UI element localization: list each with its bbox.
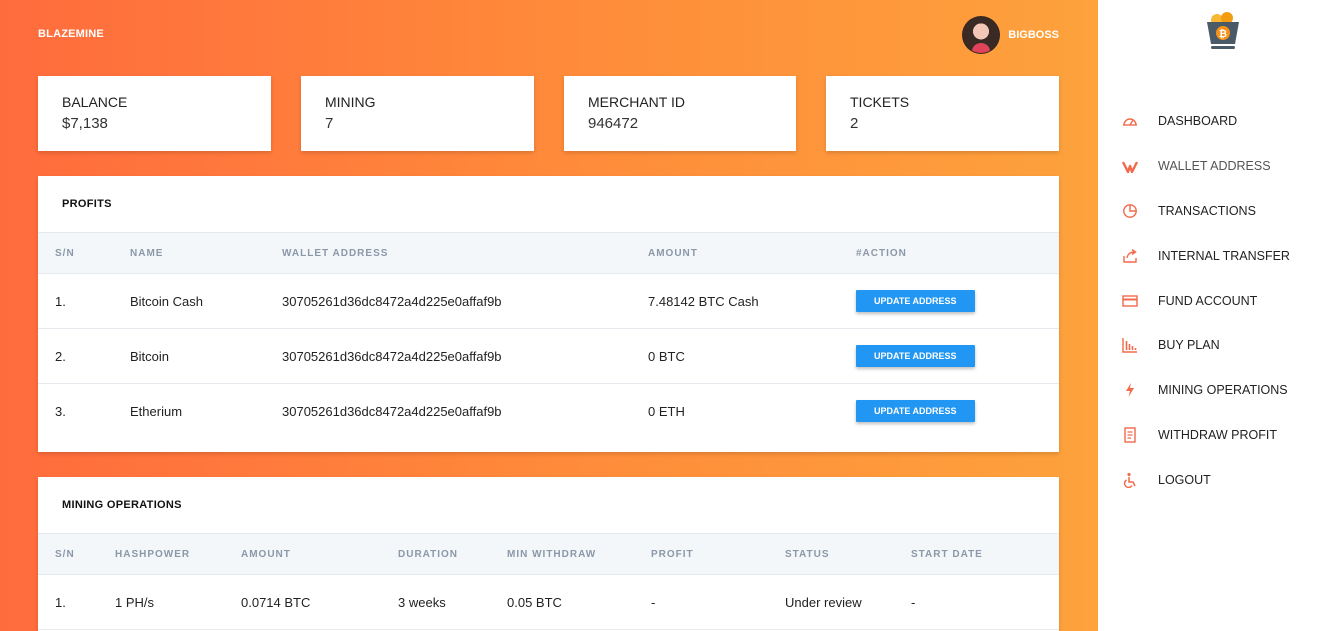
table-row: 1. Bitcoin Cash 30705261d36dc8472a4d225e…	[38, 273, 1059, 329]
cell-action: UPDATE ADDRESS	[856, 328, 1059, 384]
sidebar-item-wallet-address[interactable]: WALLET ADDRESS	[1122, 144, 1290, 189]
column-header-profit: PROFIT	[651, 533, 785, 575]
user-menu[interactable]: BIGBOSS	[962, 16, 1059, 54]
column-header-min-withdraw: MIN WITHDRAW	[507, 533, 651, 575]
column-header-wallet-address: WALLET ADDRESS	[282, 232, 648, 274]
receipt-icon	[1122, 427, 1158, 443]
sidebar-item-fund-account[interactable]: FUND ACCOUNT	[1122, 278, 1290, 323]
stat-card-balance: BALANCE $7,138	[38, 76, 271, 151]
brand-logo-text[interactable]: BLAZEMINE	[38, 28, 104, 40]
cell-status: Under review	[785, 574, 911, 630]
stat-label: TICKETS	[850, 94, 910, 110]
cell-wallet: 30705261d36dc8472a4d225e0affaf9b	[282, 328, 648, 384]
cell-wallet: 30705261d36dc8472a4d225e0affaf9b	[282, 403, 502, 419]
cell-amount: 0 ETH	[648, 403, 685, 419]
cell-start-date: -	[911, 574, 1059, 630]
mining-operations-table: S/N HASHPOWER AMOUNT DURATION MIN WITHDR…	[38, 533, 1059, 630]
table-row: 1. 1 PH/s 0.0714 BTC 3 weeks 0.05 BTC - …	[38, 574, 1059, 630]
stat-label: MERCHANT ID	[588, 94, 685, 110]
stat-label: BALANCE	[62, 94, 128, 110]
column-header-start-date: START DATE	[911, 533, 1059, 575]
sidebar-item-label: MINING OPERATIONS	[1158, 383, 1288, 398]
cell-wallet: 30705261d36dc8472a4d225e0affaf9b	[282, 273, 648, 329]
dashboard-gauge-icon	[1122, 114, 1158, 128]
profits-title: PROFITS	[62, 198, 112, 210]
sidebar-item-label: TRANSACTIONS	[1158, 203, 1256, 218]
share-icon	[1122, 248, 1158, 264]
cell-name: Bitcoin	[130, 328, 282, 384]
cell-sn: 1.	[38, 574, 115, 630]
column-header-action: #ACTION	[856, 232, 1059, 274]
cell-action: UPDATE ADDRESS	[856, 384, 1059, 439]
sidebar-item-label: BUY PLAN	[1158, 338, 1220, 353]
bar-chart-icon	[1122, 337, 1158, 354]
column-header-status: STATUS	[785, 533, 911, 575]
sidebar-item-buy-plan[interactable]: BUY PLAN	[1122, 323, 1290, 368]
sidebar-item-label: WALLET ADDRESS	[1158, 159, 1271, 174]
cell-name: Bitcoin Cash	[130, 273, 282, 329]
username[interactable]: BIGBOSS	[1008, 29, 1059, 41]
sidebar-item-dashboard[interactable]: DASHBOARD	[1122, 99, 1290, 144]
mining-operations-title: MINING OPERATIONS	[62, 499, 182, 511]
svg-text:₿: ₿	[1219, 28, 1227, 40]
column-header-hashpower: HASHPOWER	[115, 533, 241, 575]
cell-sn: 2.	[38, 328, 130, 384]
stat-label: MINING	[325, 94, 376, 110]
table-header-row: S/N NAME WALLET ADDRESS AMOUNT #ACTION	[38, 232, 1059, 274]
cell-amount: 7.48142 BTC Cash	[648, 273, 856, 329]
sidebar-item-label: DASHBOARD	[1158, 114, 1238, 129]
sidebar-item-logout[interactable]: LOGOUT	[1122, 457, 1290, 502]
cell-hashpower: 1 PH/s	[115, 574, 241, 630]
sidebar-item-internal-transfer[interactable]: INTERNAL TRANSFER	[1122, 233, 1290, 278]
sidebar-item-mining-operations[interactable]: MINING OPERATIONS	[1122, 368, 1290, 413]
column-header-name: NAME	[130, 232, 282, 274]
sidebar-item-withdraw-profit[interactable]: WITHDRAW PROFIT	[1122, 413, 1290, 458]
profits-card: PROFITS S/N NAME WALLET ADDRESS AMOUNT #…	[38, 176, 1059, 452]
column-header-sn: S/N	[38, 533, 115, 575]
table-row: 2. Bitcoin 30705261d36dc8472a4d225e0affa…	[38, 328, 1059, 384]
cell-sn: 1.	[38, 273, 130, 329]
profits-table: S/N NAME WALLET ADDRESS AMOUNT #ACTION 1…	[38, 232, 1059, 438]
pie-chart-icon	[1122, 203, 1158, 219]
credit-card-icon	[1122, 294, 1158, 308]
table-header-row: S/N HASHPOWER AMOUNT DURATION MIN WITHDR…	[38, 533, 1059, 575]
update-address-button[interactable]: UPDATE ADDRESS	[856, 400, 975, 422]
cell-duration: 3 weeks	[398, 574, 507, 630]
column-header-duration: DURATION	[398, 533, 507, 575]
cell-min-withdraw: 0.05 BTC	[507, 574, 651, 630]
stat-card-mining: MINING 7	[301, 76, 534, 151]
accessibility-icon	[1122, 472, 1158, 488]
lightning-icon	[1122, 382, 1158, 398]
cell-sn: 3.	[55, 403, 66, 419]
mining-cart-bitcoin-logo-icon[interactable]: ₿	[1203, 12, 1243, 52]
sidebar-menu: DASHBOARD WALLET ADDRESS TRANSACTIONS IN…	[1122, 99, 1290, 502]
sidebar-item-label: INTERNAL TRANSFER	[1158, 248, 1290, 263]
main-area: BLAZEMINE BIGBOSS BALANCE $7,138 MINING …	[0, 0, 1098, 631]
wallet-icon	[1122, 159, 1158, 174]
cell-profit: -	[651, 574, 785, 630]
cell-amount: 0 BTC	[648, 328, 856, 384]
sidebar-item-label: LOGOUT	[1158, 472, 1211, 487]
sidebar-item-label: WITHDRAW PROFIT	[1158, 427, 1277, 442]
cell-amount: 0.0714 BTC	[241, 574, 398, 630]
stat-card-merchant-id: MERCHANT ID 946472	[564, 76, 796, 151]
column-header-amount: AMOUNT	[648, 232, 856, 274]
update-address-button[interactable]: UPDATE ADDRESS	[856, 345, 975, 367]
sidebar-item-transactions[interactable]: TRANSACTIONS	[1122, 189, 1290, 234]
mining-operations-card: MINING OPERATIONS S/N HASHPOWER AMOUNT D…	[38, 477, 1059, 631]
stat-value: 2	[850, 115, 859, 132]
column-header-amount: AMOUNT	[241, 533, 398, 575]
sidebar: ₿ DASHBOARD WALLET ADDRESS TRANSACTIONS …	[1098, 0, 1343, 631]
stat-value: 946472	[588, 115, 639, 132]
stat-value: $7,138	[62, 115, 108, 132]
stat-card-tickets: TICKETS 2	[826, 76, 1059, 151]
column-header-sn: S/N	[38, 232, 130, 274]
sidebar-item-label: FUND ACCOUNT	[1158, 293, 1258, 308]
update-address-button[interactable]: UPDATE ADDRESS	[856, 290, 975, 312]
cell-name: Etherium	[130, 403, 183, 419]
table-row: 3. Etherium 30705261d36dc8472a4d225e0aff…	[38, 384, 1059, 439]
stat-value: 7	[325, 115, 334, 132]
cell-action: UPDATE ADDRESS	[856, 273, 1059, 329]
avatar[interactable]	[962, 16, 1001, 54]
